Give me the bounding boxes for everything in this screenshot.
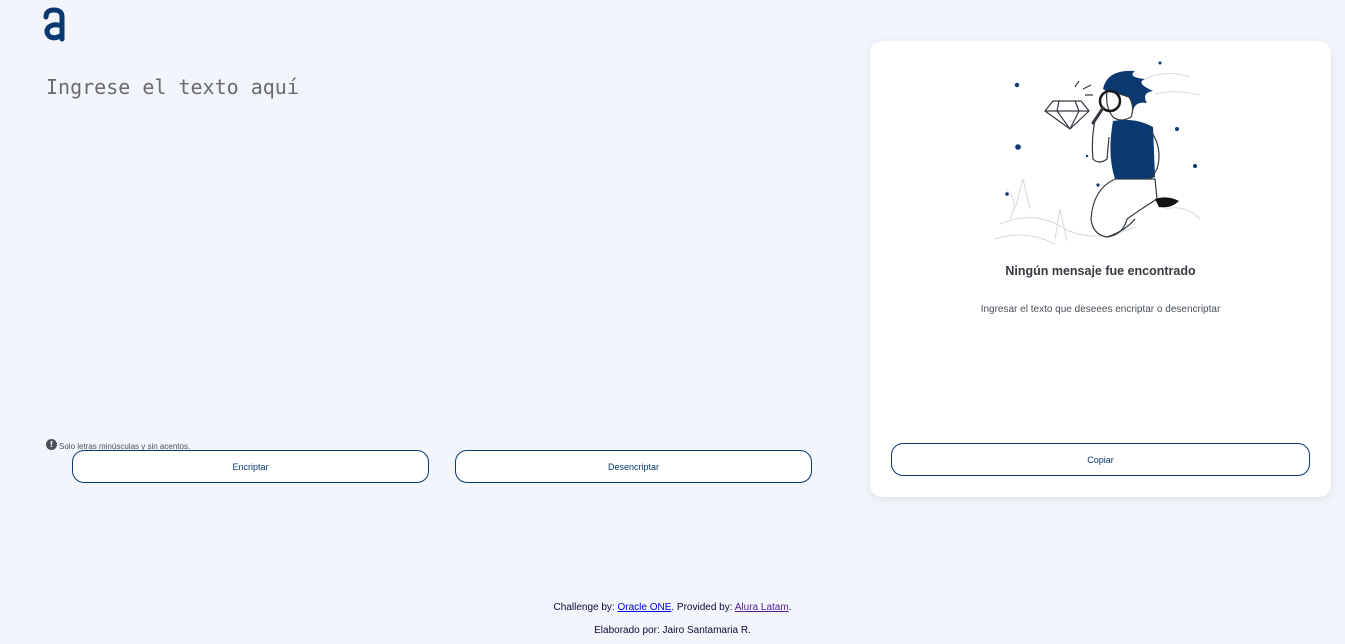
decrypt-button[interactable]: Desencriptar <box>455 450 812 483</box>
text-input[interactable] <box>46 72 816 422</box>
oracle-one-link[interactable]: Oracle ONE <box>617 602 671 613</box>
alura-logo-icon <box>43 7 65 42</box>
result-panel: Ningún mensaje fue encontrado Ingresar e… <box>870 41 1331 497</box>
encrypt-button[interactable]: Encriptar <box>72 450 429 483</box>
footer-credits: Challenge by: Oracle ONE. Provided by: A… <box>0 602 1345 613</box>
exclamation-circle-icon: ! <box>46 438 57 450</box>
empty-state-title: Ningún mensaje fue encontrado <box>1005 264 1196 278</box>
provided-prefix: . Provided by: <box>671 602 733 613</box>
input-hint: ! Solo letras minúsculas y sin acentos. <box>46 437 190 451</box>
challenge-prefix: Challenge by: <box>553 602 615 613</box>
person-with-magnifying-glass-illustration <box>995 61 1201 245</box>
copy-button[interactable]: Copiar <box>891 443 1310 476</box>
alura-latam-link[interactable]: Alura Latam <box>735 602 789 613</box>
provided-suffix: . <box>788 602 792 613</box>
footer-author: Elaborado por: Jairo Santamaria R. <box>594 625 751 636</box>
empty-state-subtitle: Ingresar el texto que deseees encriptar … <box>980 304 1221 315</box>
